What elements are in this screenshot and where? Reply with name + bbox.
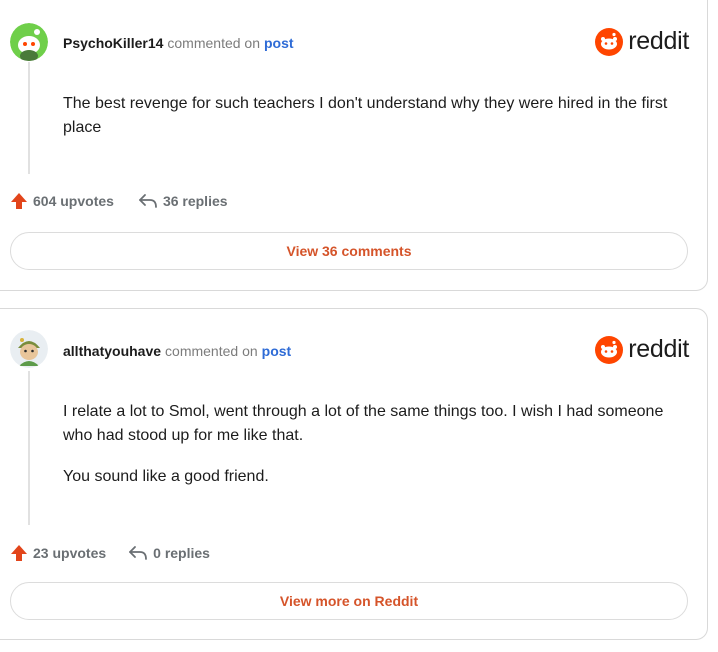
comment-paragraph: I relate a lot to Smol, went through a l… <box>63 403 664 444</box>
reddit-brand[interactable]: reddit <box>595 335 689 364</box>
upvote-arrow-icon <box>11 545 27 561</box>
username[interactable]: allthatyouhave <box>63 343 161 359</box>
thread-line <box>28 371 30 525</box>
view-more-on-reddit-button[interactable]: View more on Reddit <box>10 582 688 620</box>
thread-line <box>28 62 30 174</box>
reddit-logo-icon <box>595 27 624 56</box>
replies-label: 36 replies <box>162 193 228 209</box>
post-link[interactable]: post <box>262 343 292 359</box>
author-row: PsychoKiller14 commented on post <box>63 35 294 51</box>
user-avatar[interactable] <box>10 23 48 61</box>
commented-on-text: commented on <box>165 343 258 359</box>
upvotes-count[interactable]: 23 upvotes <box>10 544 106 562</box>
username[interactable]: PsychoKiller14 <box>63 35 163 51</box>
replies-count[interactable]: 0 replies <box>128 545 210 561</box>
view-comments-button[interactable]: View 36 comments <box>10 232 688 270</box>
user-avatar[interactable] <box>10 330 48 368</box>
reply-arrow-icon <box>139 194 157 208</box>
post-link[interactable]: post <box>264 35 294 51</box>
comment-paragraph: You sound like a good friend. <box>63 468 269 485</box>
upvotes-label: 23 upvotes <box>33 545 107 561</box>
replies-count[interactable]: 36 replies <box>138 193 228 209</box>
comment-card: allthatyouhave commented on post reddit I … <box>0 308 708 640</box>
comment-body: The best revenge for such teachers I don… <box>63 92 683 157</box>
upvotes-count[interactable]: 604 upvotes <box>10 192 114 210</box>
reply-arrow-icon <box>129 546 148 560</box>
comment-meta: 604 upvotes 36 replies <box>10 192 252 210</box>
reddit-logo-icon <box>595 335 624 364</box>
comment-body: I relate a lot to Smol, went through a l… <box>63 400 683 506</box>
upvotes-label: 604 upvotes <box>33 193 114 209</box>
commented-on-text: commented on <box>167 35 260 51</box>
reddit-brand[interactable]: reddit <box>595 27 689 56</box>
comment-paragraph: The best revenge for such teachers I don… <box>63 95 668 136</box>
replies-label: 0 replies <box>153 545 210 561</box>
comment-meta: 23 upvotes 0 replies <box>10 544 234 562</box>
upvote-arrow-icon <box>11 193 27 209</box>
reddit-wordmark: reddit <box>628 27 689 55</box>
comment-card: PsychoKiller14 commented on post reddit Th… <box>0 0 708 291</box>
reddit-wordmark: reddit <box>628 335 689 363</box>
author-row: allthatyouhave commented on post <box>63 343 291 359</box>
